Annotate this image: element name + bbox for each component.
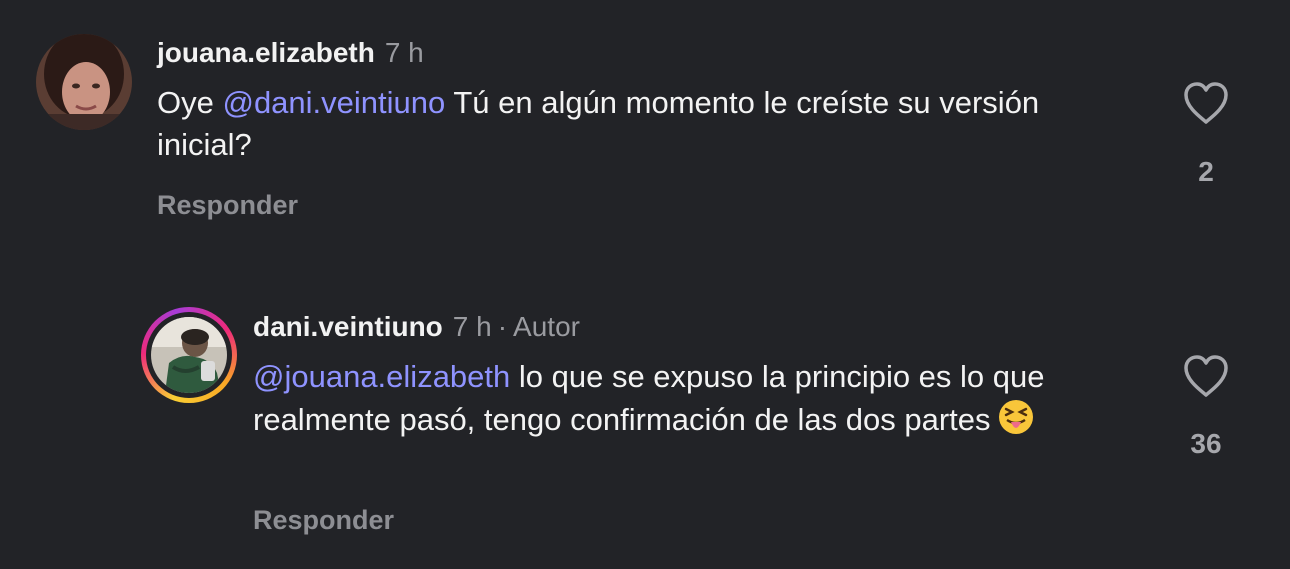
avatar-photo-man-story-ring <box>151 317 227 393</box>
mention-link[interactable]: @dani.veintiuno <box>222 85 445 120</box>
separator: · <box>497 311 508 342</box>
timestamp: 7 h <box>384 37 424 68</box>
author-badge: Autor <box>513 311 580 342</box>
like-count: 2 <box>1198 156 1214 187</box>
avatar <box>151 317 227 393</box>
heart-outline-icon <box>1184 355 1228 397</box>
comment-header: jouana.elizabeth 7 h <box>157 35 424 71</box>
comment-text-prefix: Oye <box>157 85 223 120</box>
comment-text: @jouana.elizabeth lo que se expuso la pr… <box>253 356 1133 441</box>
like-count: 36 <box>1190 428 1222 459</box>
username[interactable]: dani.veintiuno <box>253 311 443 342</box>
timestamp: 7 h <box>452 311 492 342</box>
username[interactable]: jouana.elizabeth <box>157 37 375 68</box>
like-button[interactable] <box>1176 80 1236 126</box>
comment-header: dani.veintiuno 7 h · Autor <box>253 309 580 345</box>
mention-link[interactable]: @jouana.elizabeth <box>253 359 510 394</box>
squinting-tongue-emoji-icon <box>997 398 1035 436</box>
reply-button[interactable]: Responder <box>253 505 394 536</box>
avatar[interactable] <box>36 34 132 130</box>
reply-button[interactable]: Responder <box>157 190 298 221</box>
heart-outline-icon <box>1184 82 1228 124</box>
avatar-photo-woman <box>36 34 132 130</box>
story-ring[interactable] <box>141 307 237 403</box>
like-button[interactable] <box>1176 353 1236 399</box>
comment-text: Oye @dani.veintiuno Tú en algún momento … <box>157 82 1117 166</box>
